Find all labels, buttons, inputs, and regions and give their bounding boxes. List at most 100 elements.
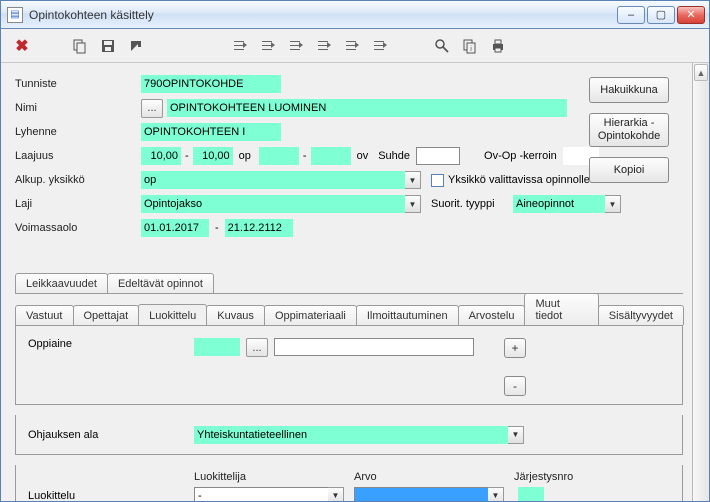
tab-ilmoittautuminen[interactable]: Ilmoittautuminen <box>356 305 459 325</box>
hakuikkuna-button[interactable]: Hakuikkuna <box>589 77 669 103</box>
luokittelu-detail-panel: Luokittelija Arvo Järjestysnro Luokittel… <box>15 465 683 501</box>
luokittelija-field[interactable] <box>194 487 328 502</box>
luokittelija-combo[interactable]: ▼ <box>194 486 344 501</box>
voimassaolo-label: Voimassaolo <box>15 222 141 234</box>
suhde-field[interactable] <box>416 147 460 165</box>
cancel-icon[interactable]: ✖ <box>11 35 33 57</box>
yksikko-checkbox[interactable] <box>431 174 444 187</box>
print-icon[interactable] <box>487 35 509 57</box>
nav6-icon[interactable] <box>369 35 391 57</box>
suhde-label: Suhde <box>378 150 416 162</box>
oppiaine-lookup-button[interactable]: ... <box>246 338 268 357</box>
suorit-tyyppi-field[interactable] <box>513 195 605 213</box>
ohjauksen-ala-panel: Ohjauksen ala ▼ <box>15 415 683 455</box>
op-unit-label: op <box>233 150 259 162</box>
copy-icon[interactable] <box>69 35 91 57</box>
ov-max-field[interactable] <box>311 147 351 165</box>
arvo-combo[interactable]: ▼ <box>354 486 504 501</box>
lyhenne-field[interactable] <box>141 123 281 141</box>
laajuus-min-field[interactable] <box>141 147 181 165</box>
tunniste-field[interactable] <box>141 75 281 93</box>
chevron-down-icon[interactable]: ▼ <box>508 426 524 444</box>
laji-combo[interactable]: ▼ <box>141 195 421 214</box>
dash-2: - <box>299 150 311 162</box>
chevron-down-icon[interactable]: ▼ <box>605 195 621 213</box>
tab-kuvaus[interactable]: Kuvaus <box>206 305 265 325</box>
info-icon[interactable]: i <box>459 35 481 57</box>
tab-vastuut[interactable]: Vastuut <box>15 305 74 325</box>
oppiaine-name-field[interactable] <box>274 338 474 356</box>
ohjauksen-ala-field[interactable] <box>194 426 508 444</box>
toolbar: ✖ i <box>1 29 709 63</box>
nav-next-icon[interactable] <box>285 35 307 57</box>
tab-opettajat[interactable]: Opettajat <box>73 305 140 325</box>
chevron-down-icon[interactable]: ▼ <box>488 487 504 502</box>
right-button-column: Hakuikkuna Hierarkia - Opintokohde Kopio… <box>589 77 669 183</box>
tunniste-label: Tunniste <box>15 78 141 90</box>
app-icon: ▤ <box>7 7 23 23</box>
chevron-down-icon[interactable]: ▼ <box>405 171 421 189</box>
tab-row-2: Vastuut Opettajat Luokittelu Kuvaus Oppi… <box>15 293 683 326</box>
nav5-icon[interactable] <box>341 35 363 57</box>
alkup-yksikko-combo[interactable]: ▼ <box>141 171 421 190</box>
window: ▤ Opintokohteen käsittely – ▢ ✕ ✖ <box>0 0 710 502</box>
jarjestysnro-head: Järjestysnro <box>514 471 573 483</box>
close-button[interactable]: ✕ <box>677 6 705 24</box>
arvo-head: Arvo <box>354 471 514 483</box>
arvo-field[interactable] <box>354 487 488 502</box>
laajuus-label: Laajuus <box>15 150 141 162</box>
hierarkia-button[interactable]: Hierarkia - Opintokohde <box>589 113 669 147</box>
luokittelija-head: Luokittelija <box>194 471 354 483</box>
suorit-tyyppi-label: Suorit. tyyppi <box>431 198 513 210</box>
nimi-field[interactable] <box>167 99 567 117</box>
luokittelu-panel: Oppiaine ... + - <box>15 326 683 405</box>
window-title: Opintokohteen käsittely <box>29 8 617 22</box>
nav-prev-icon[interactable] <box>257 35 279 57</box>
search-icon[interactable] <box>431 35 453 57</box>
alkup-yksikko-field[interactable] <box>141 171 405 189</box>
import-icon[interactable] <box>125 35 147 57</box>
kopioi-button[interactable]: Kopioi <box>589 157 669 183</box>
content: ▲ Hakuikkuna Hierarkia - Opintokohde Kop… <box>1 63 709 501</box>
voimassa-alku-field[interactable] <box>141 219 209 237</box>
ohjauksen-ala-label: Ohjauksen ala <box>28 429 194 441</box>
nimi-lookup-button[interactable]: ... <box>141 99 163 118</box>
chevron-down-icon[interactable]: ▼ <box>328 487 344 502</box>
nav-last-icon[interactable] <box>313 35 335 57</box>
lyhenne-label: Lyhenne <box>15 126 141 138</box>
dash-3: - <box>209 222 225 234</box>
oppiaine-label: Oppiaine <box>28 338 194 350</box>
yksikko-checkbox-label: Yksikkö valittavissa opinnolle <box>448 174 590 186</box>
ov-min-field[interactable] <box>259 147 299 165</box>
nav-first-icon[interactable] <box>229 35 251 57</box>
suorit-tyyppi-combo[interactable]: ▼ <box>513 195 621 214</box>
tab-sisaltyvyydet[interactable]: Sisältyvyydet <box>598 305 684 325</box>
maximize-button[interactable]: ▢ <box>647 6 675 24</box>
scroll-up-icon[interactable]: ▲ <box>694 64 708 81</box>
tab-row-1: Leikkaavuudet Edeltävät opinnot <box>15 273 683 294</box>
tab-oppimateriaali[interactable]: Oppimateriaali <box>264 305 357 325</box>
form-area: Hakuikkuna Hierarkia - Opintokohde Kopio… <box>15 73 695 501</box>
oppiaine-remove-button[interactable]: - <box>504 376 526 396</box>
oppiaine-add-button[interactable]: + <box>504 338 526 358</box>
save-icon[interactable] <box>97 35 119 57</box>
ov-unit-label: ov <box>351 150 379 162</box>
alkup-yksikko-label: Alkup. yksikkö <box>15 174 141 186</box>
oppiaine-code-field[interactable] <box>194 338 240 356</box>
chevron-down-icon[interactable]: ▼ <box>405 195 421 213</box>
ovop-kerroin-label: Ov-Op -kerroin <box>460 150 563 162</box>
jarjestysnro-field[interactable] <box>518 487 544 502</box>
dash-1: - <box>181 150 193 162</box>
ohjauksen-ala-combo[interactable]: ▼ <box>194 425 524 444</box>
tab-muut-tiedot[interactable]: Muut tiedot <box>524 293 598 325</box>
tab-leikkaavuudet[interactable]: Leikkaavuudet <box>15 273 108 293</box>
laji-field[interactable] <box>141 195 405 213</box>
tab-luokittelu[interactable]: Luokittelu <box>138 304 207 325</box>
titlebar: ▤ Opintokohteen käsittely – ▢ ✕ <box>1 1 709 29</box>
voimassa-loppu-field[interactable] <box>225 219 293 237</box>
laajuus-max-field[interactable] <box>193 147 233 165</box>
minimize-button[interactable]: – <box>617 6 645 24</box>
tab-arvostelu[interactable]: Arvostelu <box>458 305 526 325</box>
tab-edeltavat-opinnot[interactable]: Edeltävät opinnot <box>107 273 214 293</box>
luokittelu-label2: Luokittelu <box>28 490 194 502</box>
